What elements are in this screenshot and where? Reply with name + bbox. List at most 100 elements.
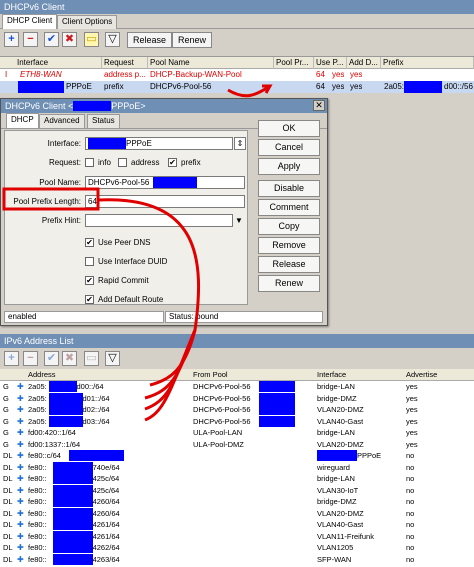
apply-button[interactable]: Apply <box>258 158 320 175</box>
renew-button[interactable]: Renew <box>172 32 213 48</box>
row-address-suffix: d01::/64 <box>82 393 110 403</box>
address-icon: ✚ <box>17 554 24 564</box>
comment-button[interactable]: Comment <box>258 199 320 216</box>
table-row[interactable]: DL ✚ fe80:: 4260/64 VLAN20-DMZ no <box>0 507 474 520</box>
table-row[interactable]: G ✚ 2a05: d01::/64 DHCPv6-Pool-56 bridge-DMZ y… <box>0 392 474 405</box>
row-address-suffix: 740e/64 <box>92 462 120 472</box>
close-icon[interactable]: ✕ <box>313 100 325 111</box>
dropdown-arrow-icon[interactable]: ⇕ <box>234 137 246 150</box>
status-enabled: enabled <box>4 311 164 323</box>
request-info-checkbox[interactable] <box>85 158 94 167</box>
col-interface[interactable]: Interface <box>317 369 346 380</box>
row-use-peer: yes <box>332 70 345 79</box>
col-add-default[interactable]: Add D... <box>347 57 381 69</box>
cancel-button[interactable]: Cancel <box>258 139 320 156</box>
table-row[interactable]: DL ✚ fe80:: 425c/64 bridge-LAN no <box>0 473 474 485</box>
table-row[interactable]: I ETH8-WAN address p... DHCP-Backup-WAN-… <box>0 69 474 81</box>
table-row[interactable]: DL ✚ fe80:: 4263/64 SFP-WAN no <box>0 553 474 566</box>
table-row-selected[interactable]: PPPoE prefix DHCPv6-Pool-56 64 yes yes 2… <box>0 81 474 93</box>
col-request[interactable]: Request <box>102 57 148 69</box>
renew-button[interactable]: Renew <box>258 275 320 292</box>
use-interface-duid-checkbox[interactable] <box>85 257 94 266</box>
ok-button[interactable]: OK <box>258 120 320 137</box>
row-address: fd00:1337::1/64 <box>28 439 81 449</box>
row-interface: SFP-WAN <box>317 554 352 564</box>
row-flag: DL <box>3 497 13 506</box>
col-advertise[interactable]: Advertise <box>406 369 437 380</box>
use-peer-dns-checkbox[interactable]: ✔ <box>85 238 94 247</box>
table-row[interactable]: DL ✚ fe80:: 4261/64 VLAN11-Freifunk no <box>0 530 474 543</box>
prefix-hint-label: Prefix Hint: <box>41 216 81 225</box>
add-default-route-label: Add Default Route <box>98 295 164 304</box>
row-flag: G <box>3 439 9 449</box>
prefix-hint-field[interactable] <box>85 214 233 227</box>
col-prefix[interactable]: Prefix <box>381 57 474 69</box>
address-icon: ✚ <box>17 474 24 483</box>
remove-button[interactable]: − <box>23 351 38 366</box>
dropdown-arrow-icon[interactable]: ▼ <box>235 215 243 227</box>
release-button[interactable]: Release <box>258 256 320 273</box>
row-flag: G <box>3 382 9 391</box>
row-address: fe80::c/64 <box>28 451 61 460</box>
request-prefix-checkbox[interactable]: ✔ <box>168 158 177 167</box>
disable-button[interactable]: ✖ <box>62 351 77 366</box>
rapid-commit-checkbox[interactable]: ✔ <box>85 276 94 285</box>
enable-button[interactable]: ✔ <box>44 351 59 366</box>
request-label: Request: <box>48 158 81 167</box>
table-row[interactable]: DL ✚ fe80:: 740e/64 wireguard no <box>0 461 474 474</box>
release-button[interactable]: Release <box>127 32 173 48</box>
table-row[interactable]: DL ✚ fe80:: 425c/64 VLAN30-IoT no <box>0 484 474 497</box>
pool-name-field[interactable]: DHCPv6-Pool-56 <box>85 176 245 189</box>
disable-button[interactable]: ✖ <box>62 32 77 47</box>
filter-button[interactable]: ▽ <box>105 351 120 366</box>
row-interface: bridge-DMZ <box>317 497 357 506</box>
col-address[interactable]: Address <box>28 369 56 380</box>
remove-button[interactable]: Remove <box>258 237 320 254</box>
row-advertise: no <box>406 531 415 541</box>
rapid-commit-label: Rapid Commit <box>98 276 149 285</box>
request-address-checkbox[interactable] <box>118 158 127 167</box>
table-row[interactable]: G ✚ 2a05: d00::/64 DHCPv6-Pool-56 bridge-LAN y… <box>0 381 474 393</box>
table-row[interactable]: G ✚ 2a05: d02::/64 DHCPv6-Pool-56 VLAN20-DMZ y… <box>0 404 474 416</box>
add-default-route-checkbox[interactable]: ✔ <box>85 295 94 304</box>
dialog-title-prefix: DHCPv6 Client < <box>5 101 74 111</box>
table-row[interactable]: DL ✚ fe80:: 4261/64 VLAN40-Gast no <box>0 519 474 531</box>
col-from-pool[interactable]: From Pool <box>193 369 228 380</box>
interface-label: Interface: <box>47 139 81 148</box>
row-advertise: yes <box>406 439 418 449</box>
request-info-label: info <box>98 158 111 167</box>
tab-status[interactable]: Status <box>87 114 120 128</box>
row-advertise: yes <box>406 416 418 426</box>
enable-button[interactable]: ✔ <box>44 32 59 47</box>
remove-button[interactable]: − <box>23 32 38 47</box>
interface-select[interactable]: PPPoE <box>85 137 233 150</box>
add-button[interactable]: + <box>4 351 19 366</box>
row-flag: DL <box>3 508 13 518</box>
tab-advanced[interactable]: Advanced <box>39 114 85 128</box>
tab-client-options[interactable]: Client Options <box>57 15 118 29</box>
table-row[interactable]: DL ✚ fe80:: 4260/64 bridge-DMZ no <box>0 496 474 508</box>
row-advertise: no <box>406 474 415 483</box>
col-interface[interactable]: Interface <box>0 57 102 69</box>
col-pool-name[interactable]: Pool Name <box>148 57 274 69</box>
disable-button[interactable]: Disable <box>258 180 320 197</box>
table-row[interactable]: G ✚ 2a05: d03::/64 DHCPv6-Pool-56 VLAN40-Gast… <box>0 415 474 428</box>
copy-button[interactable]: Copy <box>258 218 320 235</box>
tab-dhcp-client[interactable]: DHCP Client <box>2 14 58 29</box>
pool-prefix-length-field[interactable]: 64 <box>85 195 245 208</box>
row-from-pool: ULA-Pool-LAN <box>193 428 243 437</box>
row-address-suffix: 4260/64 <box>92 508 120 518</box>
comment-button[interactable]: ▭ <box>84 32 99 47</box>
col-use-peer[interactable]: Use P... <box>314 57 347 69</box>
row-pool-prefix: 64 <box>316 82 325 91</box>
address-icon: ✚ <box>17 520 24 529</box>
add-button[interactable]: + <box>4 32 19 47</box>
col-pool-prefix[interactable]: Pool Pr... <box>274 57 314 69</box>
tab-dhcp[interactable]: DHCP <box>6 113 39 128</box>
table-row[interactable]: G ✚ fd00:420::1/64 ULA-Pool-LAN bridge-LAN ye… <box>0 427 474 439</box>
filter-button[interactable]: ▽ <box>105 32 120 47</box>
comment-button[interactable]: ▭ <box>84 351 99 366</box>
table-row[interactable]: DL ✚ fe80:: 4262/64 VLAN1205 no <box>0 542 474 554</box>
table-row[interactable]: G ✚ fd00:1337::1/64 ULA-Pool-DMZ VLAN20-DMZ y… <box>0 439 474 451</box>
table-row[interactable]: DL ✚ fe80::c/64 PPPoE no <box>0 450 474 462</box>
